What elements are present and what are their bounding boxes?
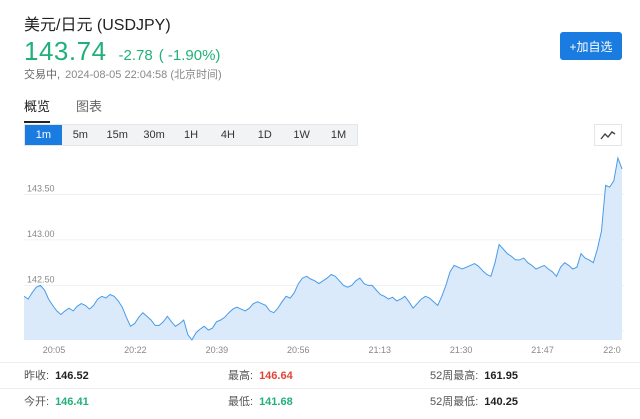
last-price: 143.74 [24,36,107,66]
stats-row: 今开: 146.41 最低: 141.68 52周最低: 140.25 [0,388,640,414]
x-tick-label: 20:05 [43,345,66,355]
timestamp: 2024-08-05 22:04:58 (北京时间) [65,69,222,81]
chart-type-button[interactable] [594,124,622,146]
stat-label: 昨收: [24,370,50,382]
x-tick-label: 21:30 [450,345,473,355]
x-tick-label: 20:56 [287,345,310,355]
stat-label: 最低: [228,396,254,408]
x-tick-label: 20:39 [206,345,229,355]
x-tick-label: 21:13 [368,345,391,355]
stat-label: 52周最低: [430,396,479,408]
stat-open: 今开: 146.41 [24,389,89,415]
instrument-title: 美元/日元 (USDJPY) [24,17,171,34]
stat-value: 146.41 [55,396,89,408]
y-tick-label: 143.00 [27,229,55,239]
stat-high: 最高: 146.64 [228,363,293,389]
stats-row: 昨收: 146.52 最高: 146.64 52周最高: 161.95 [0,362,640,388]
trading-status: 交易中, 2024-08-05 22:04:58 (北京时间) [24,66,222,82]
tab-overview[interactable]: 概览 [24,96,51,123]
stat-label: 52周最高: [430,370,479,382]
stat-52w-low: 52周最低: 140.25 [430,389,518,415]
range-5m[interactable]: 5m [62,125,99,145]
range-1h[interactable]: 1H [173,125,210,145]
stat-prev-close: 昨收: 146.52 [24,363,89,389]
stat-value: 146.64 [259,370,293,382]
status-label: 交易中, [24,69,61,81]
stat-label: 今开: [24,396,50,408]
stat-52w-high: 52周最高: 161.95 [430,363,518,389]
x-tick-label: 20:22 [124,345,147,355]
add-to-watchlist-button[interactable]: +加自选 [560,32,622,60]
stat-value: 161.95 [484,370,518,382]
range-1mo[interactable]: 1M [320,125,357,145]
range-15m[interactable]: 15m [99,125,136,145]
price-row: 143.74 -2.78 ( -1.90%) [24,36,220,66]
range-1d[interactable]: 1D [246,125,283,145]
range-30m[interactable]: 30m [136,125,173,145]
intraday-chart: 143.50143.00142.50142.0020:0520:2220:392… [24,156,624,355]
y-tick-label: 142.50 [27,274,55,284]
x-tick-label: 22:0 [603,345,621,355]
line-chart-icon [600,131,616,140]
range-1w[interactable]: 1W [283,125,320,145]
stat-value: 141.68 [259,396,293,408]
stat-value: 140.25 [484,396,518,408]
range-4h[interactable]: 4H [209,125,246,145]
view-tabs: 概览 图表 [24,96,102,123]
price-change: -2.78 [118,47,153,64]
stat-label: 最高: [228,370,254,382]
price-change-percent: ( -1.90%) [158,47,221,64]
price-area [24,158,622,340]
x-tick-label: 21:47 [531,345,554,355]
stat-low: 最低: 141.68 [228,389,293,415]
tab-chart[interactable]: 图表 [76,96,102,123]
range-1m[interactable]: 1m [25,125,62,145]
time-range-selector: 1m 5m 15m 30m 1H 4H 1D 1W 1M [24,124,358,146]
y-tick-label: 143.50 [27,183,55,193]
stat-value: 146.52 [55,370,89,382]
